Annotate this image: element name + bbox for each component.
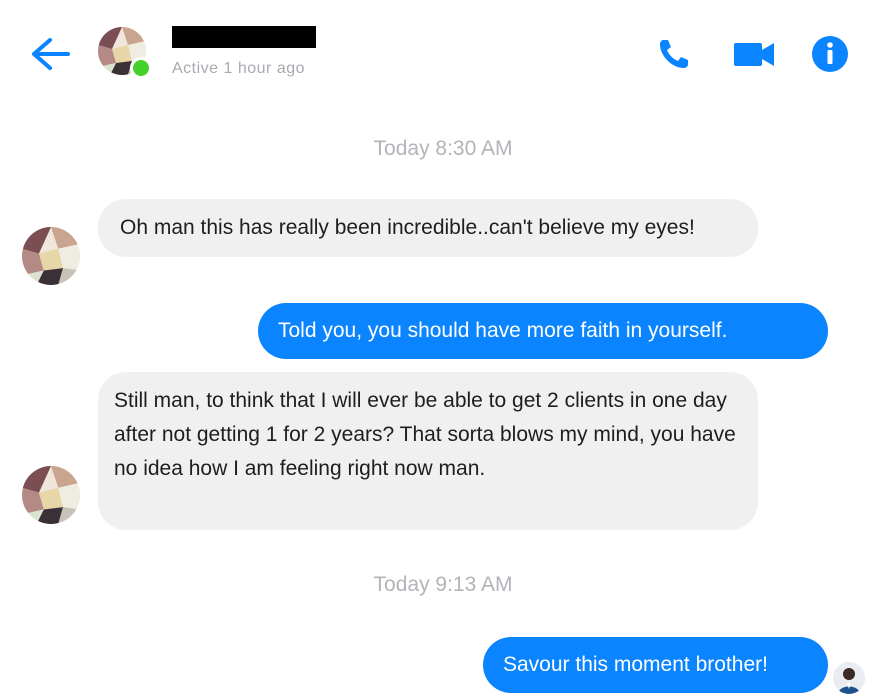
arrow-left-icon [32, 38, 70, 70]
incoming-message-bubble[interactable]: Oh man this has really been incredible..… [98, 199, 758, 257]
message-timestamp: Today 9:13 AM [373, 573, 513, 596]
contact-avatar-small[interactable] [22, 227, 80, 285]
outgoing-message-bubble[interactable]: Savour this moment brother! [483, 637, 828, 693]
video-call-button[interactable] [732, 34, 776, 74]
contact-name[interactable]: Tom Poland [172, 26, 316, 48]
outgoing-message-bubble[interactable]: Told you, you should have more faith in … [258, 303, 828, 359]
video-camera-icon [734, 43, 774, 66]
message-timestamp: Today 8:30 AM [373, 137, 513, 160]
conversation-info-button[interactable] [808, 34, 852, 74]
info-icon [812, 36, 848, 72]
conversation-header: Tom Poland Active 1 hour ago [0, 0, 880, 110]
online-status-dot [130, 57, 152, 79]
read-receipt-avatar [833, 662, 865, 694]
incoming-message-bubble[interactable]: Still man, to think that I will ever be … [98, 372, 758, 530]
phone-icon [660, 40, 688, 68]
back-button[interactable] [28, 34, 72, 74]
active-status-text: Active 1 hour ago [172, 60, 306, 77]
call-button[interactable] [654, 34, 698, 74]
contact-avatar-small[interactable] [22, 466, 80, 524]
